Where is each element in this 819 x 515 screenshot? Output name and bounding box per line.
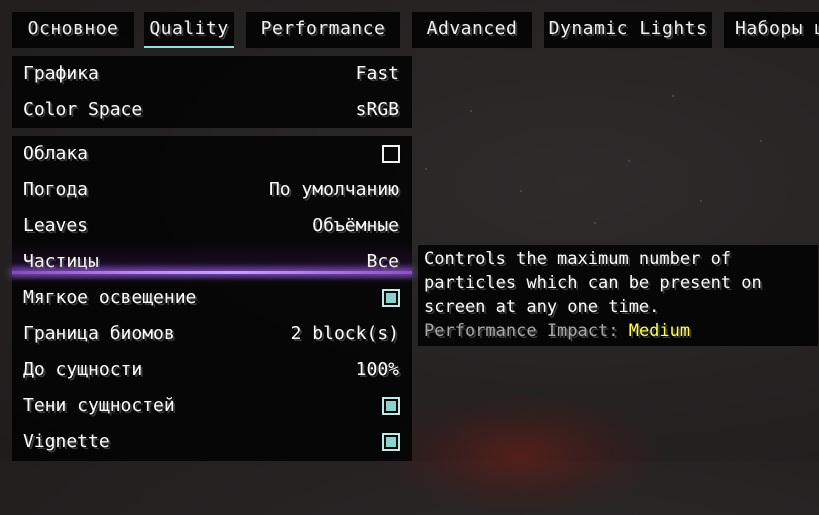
settings-group-graphics: Графика Fast Color Space sRGB <box>12 56 412 128</box>
performance-impact: Performance Impact: Medium <box>424 319 812 343</box>
option-label: Граница биомов <box>23 323 175 344</box>
option-entity-shadows[interactable]: Тени сущностей <box>12 388 412 424</box>
hover-highlight <box>12 271 412 274</box>
impact-value: Medium <box>628 321 691 341</box>
tab-basic[interactable]: Основное <box>12 12 134 48</box>
option-value: Все <box>366 251 399 272</box>
option-graphics[interactable]: Графика Fast <box>12 56 412 92</box>
option-biome-blend[interactable]: Граница биомов 2 block(s) <box>12 316 412 352</box>
option-leaves[interactable]: Leaves Объёмные <box>12 208 412 244</box>
smooth-lighting-checkbox[interactable] <box>382 289 400 307</box>
option-color-space[interactable]: Color Space sRGB <box>12 92 412 128</box>
option-tooltip: Controls the maximum number of particles… <box>418 245 818 346</box>
star <box>760 140 762 142</box>
star <box>425 168 427 170</box>
tooltip-line: screen at any one time. <box>424 297 660 317</box>
clouds-checkbox[interactable] <box>382 145 400 163</box>
tab-performance[interactable]: Performance <box>246 12 400 48</box>
option-label: До сущности <box>23 359 143 380</box>
tab-quality[interactable]: Quality <box>144 12 234 48</box>
option-value: Fast <box>355 63 399 84</box>
option-value: 2 block(s) <box>290 323 399 344</box>
impact-label: Performance Impact: <box>424 321 629 341</box>
option-value: sRGB <box>355 99 399 120</box>
option-value: 100% <box>355 359 399 380</box>
option-label: Графика <box>23 63 99 84</box>
tab-dynamic-lights[interactable]: Dynamic Lights <box>544 12 712 48</box>
option-label: Мягкое освещение <box>23 287 197 308</box>
option-label: Частицы <box>23 251 99 272</box>
red-glow <box>380 395 660 515</box>
option-label: Тени сущностей <box>23 395 175 416</box>
entity-shadows-checkbox[interactable] <box>382 397 400 415</box>
option-label: Color Space <box>23 99 143 120</box>
option-particles[interactable]: Частицы Все <box>12 244 412 280</box>
settings-group-quality: Облака Погода По умолчанию Leaves Объёмн… <box>12 136 412 461</box>
star <box>520 190 522 192</box>
option-weather[interactable]: Погода По умолчанию <box>12 172 412 208</box>
option-label: Leaves <box>23 215 89 236</box>
tooltip-line: Controls the maximum number of <box>424 249 732 269</box>
option-entity-distance[interactable]: До сущности 100% <box>12 352 412 388</box>
star <box>470 110 472 112</box>
star <box>672 95 674 97</box>
tooltip-line: particles which can be present on <box>424 273 762 293</box>
star <box>700 200 702 202</box>
tab-shader-packs[interactable]: Наборы ш <box>724 12 819 48</box>
option-value: Объёмные <box>312 215 399 236</box>
tab-bar: Основное Quality Performance Advanced Dy… <box>0 12 819 48</box>
option-smooth-lighting[interactable]: Мягкое освещение <box>12 280 412 316</box>
tab-advanced[interactable]: Advanced <box>412 12 532 48</box>
vignette-checkbox[interactable] <box>382 433 400 451</box>
option-value: По умолчанию <box>268 179 399 200</box>
option-vignette[interactable]: Vignette <box>12 424 412 460</box>
option-label: Vignette <box>23 431 110 452</box>
star <box>594 222 596 224</box>
option-label: Погода <box>23 179 89 200</box>
star <box>628 160 630 162</box>
option-label: Облака <box>23 143 89 164</box>
option-clouds[interactable]: Облака <box>12 136 412 172</box>
